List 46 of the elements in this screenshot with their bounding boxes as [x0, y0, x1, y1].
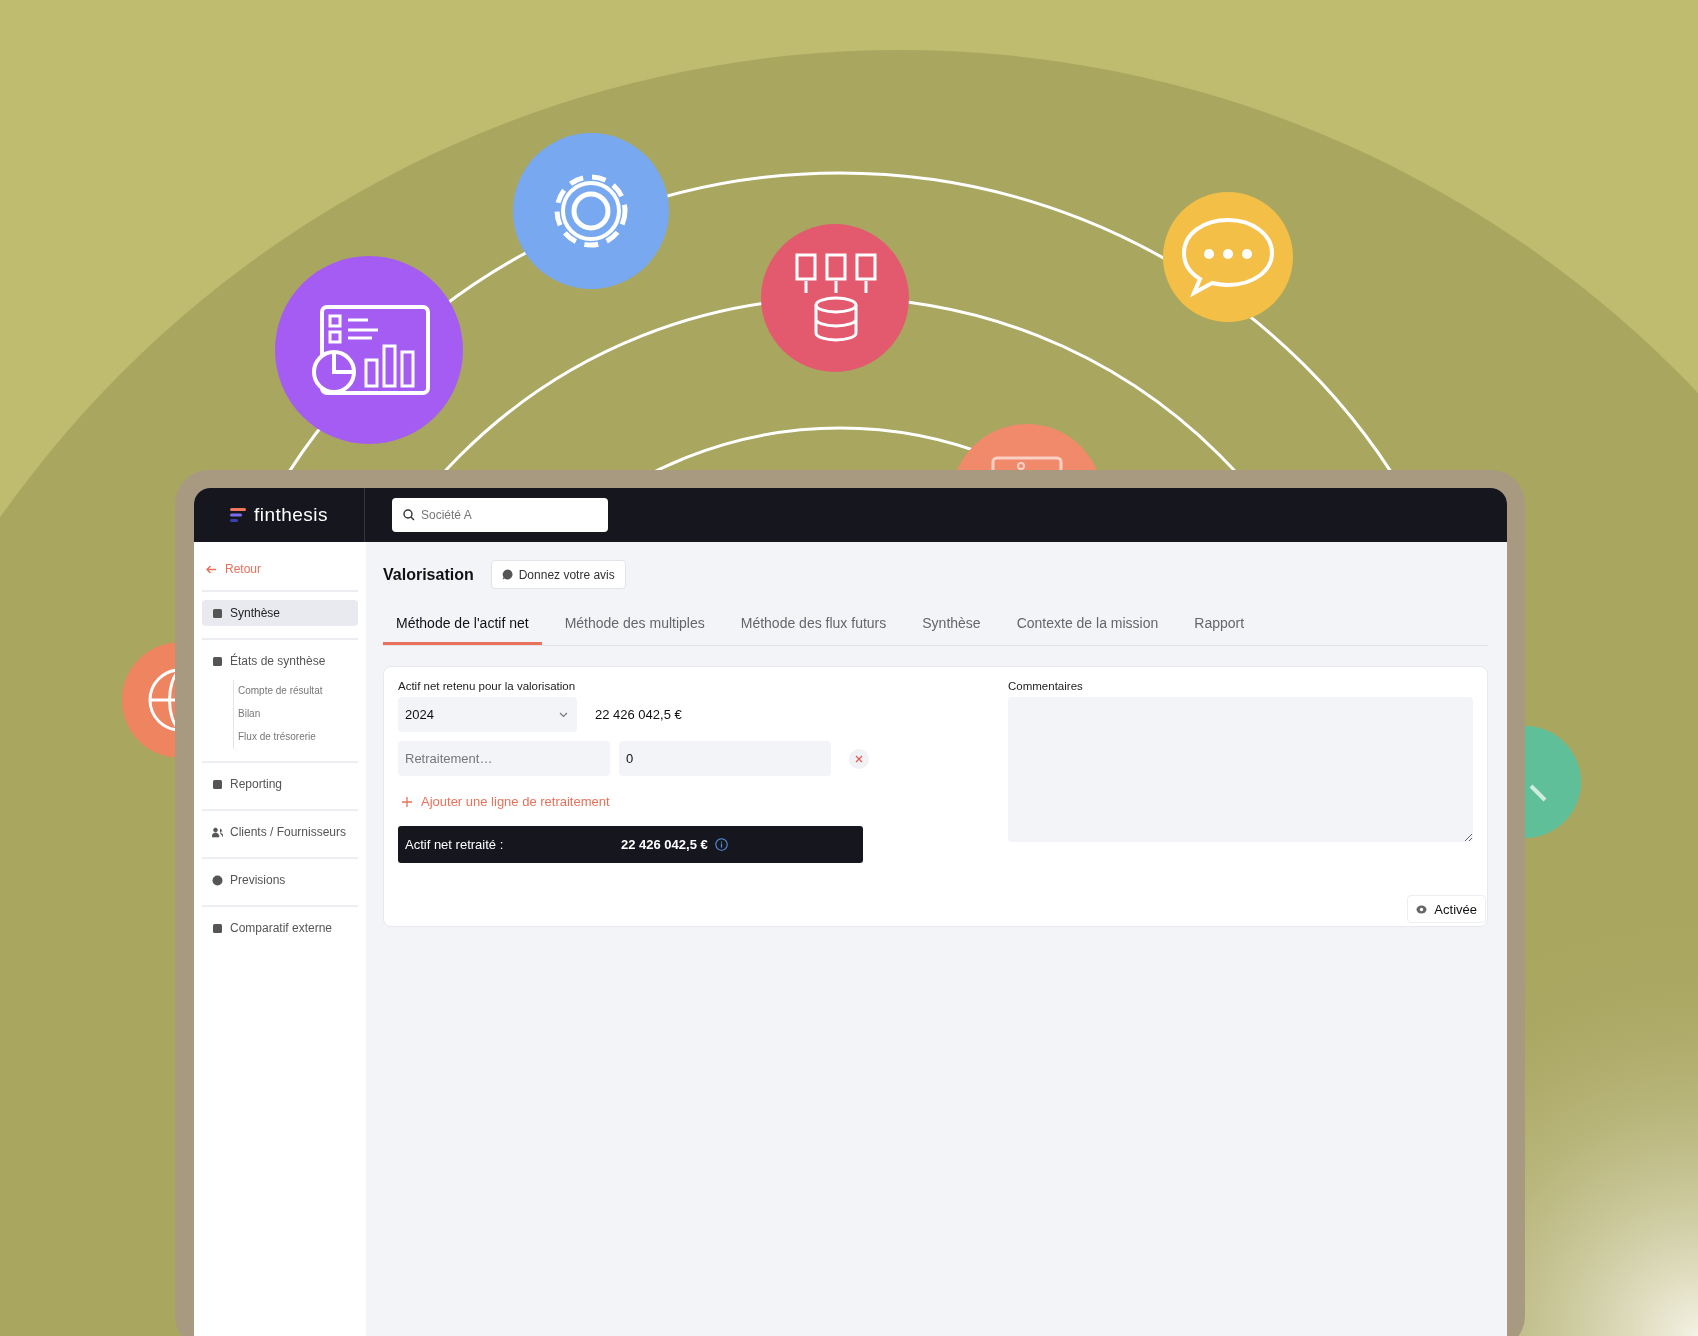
- sidebar-item[interactable]: États de synthèse: [202, 648, 358, 674]
- comments-field[interactable]: [1008, 697, 1473, 842]
- menu-item-icon: [212, 655, 223, 667]
- menu-item-icon: [212, 874, 223, 886]
- status-button[interactable]: Activée: [1407, 895, 1486, 923]
- amount-value: 22 426 042,5 €: [595, 707, 682, 722]
- tab[interactable]: Méthode des flux futurs: [727, 609, 900, 645]
- tab[interactable]: Méthode de l'actif net: [383, 609, 542, 645]
- menu-item-icon: [212, 826, 223, 838]
- total-label: Actif net retraité :: [405, 837, 505, 852]
- tab[interactable]: Rapport: [1181, 609, 1258, 645]
- sidebar-item[interactable]: Reporting: [202, 771, 358, 797]
- feedback-button[interactable]: Donnez votre avis: [490, 560, 626, 589]
- comments-label: Commentaires: [1008, 680, 1084, 692]
- sidebar-item[interactable]: Synthèse: [202, 600, 358, 626]
- tab[interactable]: Contexte de la mission: [1003, 609, 1172, 645]
- sidebar-subitem[interactable]: Compte de résultat: [233, 680, 358, 703]
- search-field[interactable]: Société A: [392, 498, 608, 532]
- close-icon: [855, 754, 863, 763]
- dashboard-icon: [275, 256, 463, 444]
- plus-icon: [402, 796, 412, 807]
- chat-icon: [1163, 192, 1293, 322]
- sidebar-subitem[interactable]: Flux de trésorerie: [233, 726, 358, 749]
- info-icon: [714, 838, 728, 851]
- adjustment-value-field[interactable]: 0: [619, 741, 831, 776]
- adjustment-label-field[interactable]: Retraitement…: [398, 741, 610, 776]
- remove-button[interactable]: [849, 748, 869, 769]
- page-title: Valorisation: [383, 565, 474, 584]
- year-dropdown[interactable]: 2024: [398, 697, 577, 732]
- eye-icon: [1416, 904, 1428, 914]
- tab[interactable]: Synthèse: [909, 609, 994, 645]
- arrow-left-icon: [206, 564, 217, 574]
- menu-item-icon: [212, 607, 223, 619]
- sidebar-item[interactable]: Clients / Fournisseurs: [202, 819, 358, 845]
- total-value: 22 426 042,5 €: [621, 837, 708, 852]
- chevron-down-icon: [559, 711, 568, 718]
- sidebar-item[interactable]: Comparatif externe: [202, 915, 358, 941]
- sidebar-item[interactable]: Previsions: [202, 867, 358, 893]
- tab[interactable]: Méthode des multiples: [551, 609, 718, 645]
- brand-name: finthesis: [253, 504, 329, 526]
- sidebar-subitem[interactable]: Bilan: [233, 703, 358, 726]
- speech-bubble-icon: [501, 569, 513, 580]
- menu-item-icon: [212, 922, 223, 934]
- menu-item-icon: [212, 778, 223, 790]
- field-label: Actif net retenu pour la valorisation: [398, 680, 577, 692]
- logo-icon: [229, 507, 246, 523]
